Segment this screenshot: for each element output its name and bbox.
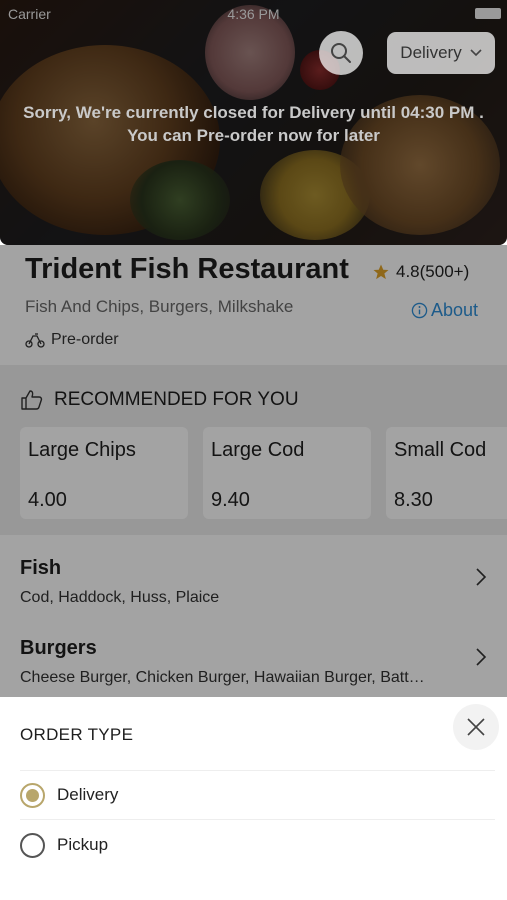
order-option-pickup[interactable]: Pickup bbox=[20, 822, 495, 868]
closed-notice-line2: You can Pre-order now for later bbox=[127, 126, 380, 145]
closed-notice: Sorry, We're currently closed for Delive… bbox=[0, 101, 507, 147]
radio-button-selected[interactable] bbox=[20, 782, 45, 808]
status-bar: Carrier 4:36 PM bbox=[0, 4, 507, 24]
closed-notice-line1: Sorry, We're currently closed for Delive… bbox=[23, 103, 484, 122]
restaurant-hero-banner: Carrier 4:36 PM Delivery Sorry, We're cu… bbox=[0, 0, 507, 245]
order-option-delivery[interactable]: Delivery bbox=[20, 772, 495, 818]
modal-backdrop[interactable] bbox=[0, 245, 507, 697]
chevron-down-icon bbox=[470, 49, 482, 57]
divider bbox=[20, 770, 495, 771]
order-option-label: Pickup bbox=[57, 835, 109, 854]
battery-icon bbox=[475, 8, 501, 19]
search-button[interactable] bbox=[319, 31, 363, 75]
close-button[interactable] bbox=[453, 704, 499, 750]
radio-button[interactable] bbox=[20, 832, 45, 858]
order-option-label: Delivery bbox=[57, 785, 119, 804]
order-type-dropdown-label: Delivery bbox=[400, 43, 462, 62]
order-type-sheet: ORDER TYPE Delivery Pickup bbox=[0, 697, 507, 900]
sheet-title: ORDER TYPE bbox=[20, 725, 134, 744]
close-icon bbox=[467, 718, 485, 736]
clock: 4:36 PM bbox=[227, 6, 280, 22]
order-type-dropdown[interactable]: Delivery bbox=[387, 32, 495, 74]
divider bbox=[20, 819, 495, 820]
search-icon bbox=[331, 43, 351, 63]
radio-dot bbox=[26, 788, 39, 802]
